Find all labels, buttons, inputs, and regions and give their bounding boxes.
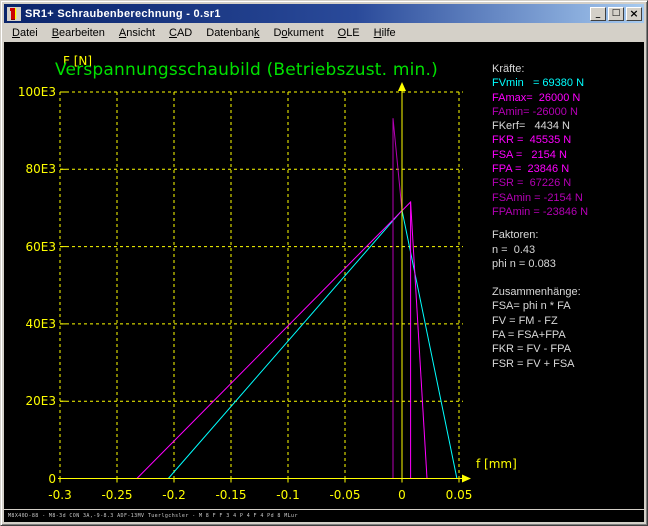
menu-item-cad[interactable]: CAD [163, 25, 200, 41]
menu-item-datenbank[interactable]: Datenbank [200, 25, 267, 41]
info-line: FSA = 2154 N [492, 148, 588, 162]
x-tick-label: -0.3 [48, 488, 71, 502]
info-line: FAmin= -26000 N [492, 105, 588, 119]
window-title: SR1+ Schraubenberechnung - 0.sr1 [25, 8, 588, 20]
info-line: FA = FSA+FPA [492, 328, 588, 342]
info-line: FVmin = 69380 N [492, 76, 588, 90]
y-tick-label: 80E3 [12, 162, 56, 176]
info-line: FKR = 45535 N [492, 133, 588, 147]
info-line: FV = FM - FZ [492, 314, 588, 328]
x-tick-label: -0.05 [329, 488, 360, 502]
y-tick-label: 0 [12, 472, 56, 486]
maximize-icon: □ [612, 8, 621, 18]
x-tick-label: 0 [398, 488, 406, 502]
x-axis-label: f [mm] [476, 457, 517, 471]
menu-item-dokument[interactable]: Dokument [267, 25, 331, 41]
y-tick-label: 20E3 [12, 394, 56, 408]
info-line: FSR = 67226 N [492, 176, 588, 190]
y-tick-label: 60E3 [12, 240, 56, 254]
info-line: FKerf= 4434 N [492, 119, 588, 133]
x-axis-arrow-icon [462, 475, 471, 483]
minimize-icon: _ [596, 10, 601, 19]
chart-client-area: F [N] Verspannungsschaubild (Betriebszus… [4, 42, 644, 509]
f-axis-arrow-icon [398, 82, 406, 91]
menu-item-bearbeiten[interactable]: Bearbeiten [46, 25, 113, 41]
info-line: n = 0.43 [492, 243, 588, 257]
menu-item-hilfe[interactable]: Hilfe [368, 25, 404, 41]
chart-title: Verspannungsschaubild (Betriebszust. min… [55, 60, 438, 80]
menu-item-ansicht[interactable]: Ansicht [113, 25, 163, 41]
info-line: Kräfte: [492, 62, 588, 76]
menu-item-ole[interactable]: OLE [332, 25, 368, 41]
info-line: FSAmin = -2154 N [492, 191, 588, 205]
info-line: FKR = FV - FPA [492, 342, 588, 356]
status-bar: M8X40D-88 - M8-3d CON 3A,-9-8.3 ADF-13MV… [4, 509, 644, 522]
info-line: FSA= phi n * FA [492, 299, 588, 313]
series-min-state-peak-line [393, 118, 402, 478]
info-line: FAmax= 26000 N [492, 91, 588, 105]
menu-item-datei[interactable]: Datei [6, 25, 46, 41]
x-tick-label: -0.2 [162, 488, 185, 502]
x-tick-label: 0.05 [446, 488, 473, 502]
info-block-kraefte: Kräfte:FVmin = 69380 NFAmax= 26000 NFAmi… [492, 62, 588, 219]
info-line: Faktoren: [492, 228, 588, 242]
app-icon[interactable] [7, 7, 21, 21]
close-icon: × [629, 8, 638, 19]
x-tick-label: -0.15 [215, 488, 246, 502]
info-line: FPAmin = -23846 N [492, 205, 588, 219]
info-line: phi n = 0.083 [492, 257, 588, 271]
titlebar[interactable]: SR1+ Schraubenberechnung - 0.sr1 _ □ × [4, 4, 644, 23]
app-window: SR1+ Schraubenberechnung - 0.sr1 _ □ × D… [0, 0, 648, 526]
info-block-faktoren: Faktoren:n = 0.43phi n = 0.083 [492, 228, 588, 271]
info-block-zusammenhaenge: Zusammenhänge:FSA= phi n * FAFV = FM - F… [492, 285, 588, 371]
info-panel: Kräfte:FVmin = 69380 NFAmax= 26000 NFAmi… [492, 62, 588, 371]
series-operating-state-plates-line [411, 202, 427, 479]
x-tick-label: -0.1 [276, 488, 299, 502]
x-tick-label: -0.25 [101, 488, 132, 502]
info-line: FPA = 23846 N [492, 162, 588, 176]
series-operating-state-bolt-line [137, 202, 411, 479]
info-line: Zusammenhänge: [492, 285, 588, 299]
y-tick-label: 40E3 [12, 317, 56, 331]
close-button[interactable]: × [626, 7, 642, 21]
y-tick-label: 100E3 [12, 85, 56, 99]
minimize-button[interactable]: _ [590, 7, 606, 21]
maximize-button[interactable]: □ [608, 7, 624, 21]
menubar: DateiBearbeitenAnsichtCADDatenbankDokume… [4, 23, 644, 42]
info-line: FSR = FV + FSA [492, 357, 588, 371]
